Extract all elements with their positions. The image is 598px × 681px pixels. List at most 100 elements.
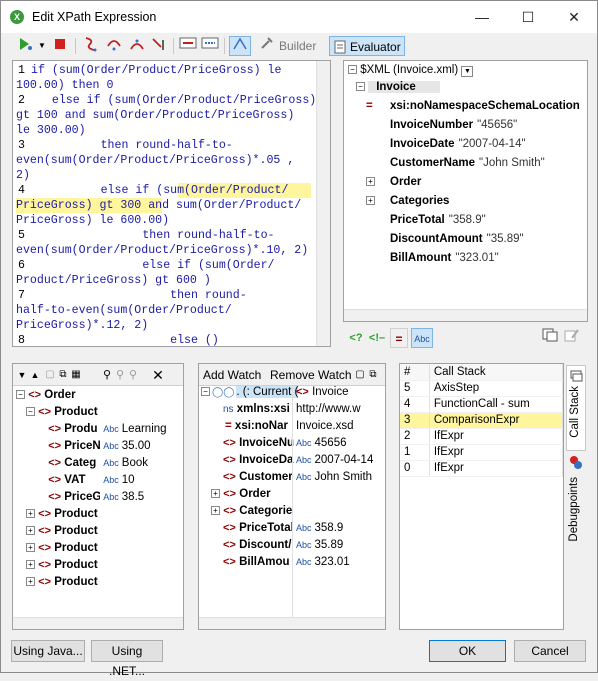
xml-node-row[interactable]: DiscountAmount "35.89" xyxy=(366,233,524,245)
expand-icon[interactable]: + xyxy=(26,509,35,519)
cancel-button[interactable]: Cancel xyxy=(514,640,586,662)
context-tree-row[interactable]: − <> Product xyxy=(16,404,98,421)
run-debug-icon[interactable] xyxy=(15,36,37,56)
maximize-button[interactable]: ☐ xyxy=(505,1,551,33)
watch-row[interactable]: + <> Categorie xyxy=(201,503,385,520)
breakpoint-icon[interactable] xyxy=(178,36,198,56)
chevron-down-icon[interactable]: ▼ xyxy=(461,66,474,77)
context-tree-row[interactable]: + <> Product xyxy=(16,574,98,591)
step-over-icon[interactable] xyxy=(104,36,124,56)
collapse-icon[interactable]: − xyxy=(16,390,25,400)
watch-row[interactable]: + <> Order xyxy=(201,486,385,503)
stop-icon[interactable] xyxy=(51,36,69,56)
xml-node-row[interactable]: CustomerName "John Smith" xyxy=(366,157,545,169)
step-out-icon[interactable] xyxy=(127,36,147,56)
watch-row[interactable]: <> InvoiceDa Abc 2007-04-14 xyxy=(201,452,385,469)
context-tree-row[interactable]: <> PriceG Abc 38.5 xyxy=(16,489,144,506)
expand-icon[interactable]: + xyxy=(211,489,220,499)
chevron-down-icon[interactable]: ▼ xyxy=(37,36,47,56)
collapse-all-icon[interactable]: ▼ xyxy=(16,365,28,385)
page-icon[interactable]: ▢ xyxy=(44,365,56,385)
evaluator-button[interactable]: Evaluator xyxy=(329,36,405,56)
watch-row[interactable]: = xsi:noNar Invoice.xsd xyxy=(201,418,385,435)
column-header-number[interactable]: # xyxy=(400,364,430,381)
copy-icon[interactable]: ⧉ xyxy=(367,365,379,385)
expand-all-icon[interactable]: ▲ xyxy=(29,365,41,385)
ok-button[interactable]: OK xyxy=(429,640,506,662)
vertical-scrollbar[interactable] xyxy=(316,61,330,346)
copy-icon[interactable]: ⧉ xyxy=(57,365,69,385)
debug-mode-toggle[interactable] xyxy=(229,36,251,56)
find-icon[interactable]: ⚲ xyxy=(101,365,113,385)
context-tree-row[interactable]: − <> Order xyxy=(16,387,76,404)
call-stack-row[interactable]: 1 IfExpr xyxy=(400,444,563,461)
watch-row[interactable]: ns xmlns:xsi http://www.w xyxy=(201,401,385,418)
context-tree-row[interactable]: <> VAT Abc 10 xyxy=(16,472,134,489)
horizontal-scrollbar[interactable] xyxy=(13,617,183,629)
xml-node-row[interactable]: InvoiceDate "2007-04-14" xyxy=(366,138,526,150)
context-tree-row[interactable]: + <> Product xyxy=(16,523,98,540)
expand-icon[interactable]: + xyxy=(26,543,35,553)
call-stack-row[interactable]: 5 AxisStep xyxy=(400,380,563,397)
using-java-button[interactable]: Using Java... xyxy=(11,640,85,662)
close-icon[interactable]: ✕ xyxy=(151,365,165,385)
context-tree-row[interactable]: + <> Product xyxy=(16,506,98,523)
watch-row[interactable]: <> Discount/Abc 35.89 xyxy=(201,537,385,554)
column-header-call-stack[interactable]: Call Stack xyxy=(429,364,563,381)
text-filter-toggle[interactable]: Abc xyxy=(411,328,433,348)
find-prev-icon[interactable]: ⚲ xyxy=(127,365,139,385)
add-watch-button[interactable]: Add Watch xyxy=(199,365,265,385)
expand-icon[interactable]: + xyxy=(366,176,390,188)
xml-node-row[interactable]: PriceTotal "358.9" xyxy=(366,214,486,226)
call-stack-row[interactable]: 2 IfExpr xyxy=(400,428,563,445)
collapse-icon[interactable]: − xyxy=(201,387,210,397)
horizontal-scrollbar[interactable] xyxy=(199,617,385,629)
watch-row[interactable]: <> InvoiceNu Abc 45656 xyxy=(201,435,385,452)
tracepoint-icon[interactable] xyxy=(200,36,220,56)
watch-row[interactable]: <> BillAmou Abc 323.01 xyxy=(201,554,385,571)
back-icon[interactable]: <!– xyxy=(368,328,386,348)
context-tree-row[interactable]: <> PriceN Abc 35.00 xyxy=(16,438,150,455)
step-end-icon[interactable] xyxy=(149,36,169,56)
find-next-icon[interactable]: ⚲ xyxy=(114,365,126,385)
attribute-filter-toggle[interactable]: = xyxy=(390,328,408,348)
remove-watch-button[interactable]: Remove Watch xyxy=(266,365,356,385)
expand-icon[interactable]: + xyxy=(211,506,220,516)
page-icon[interactable]: ▢ xyxy=(354,365,366,385)
context-tree-row[interactable]: + <> Product xyxy=(16,540,98,557)
xml-node-row[interactable]: BillAmount "323.01" xyxy=(366,252,499,264)
collapse-icon[interactable]: − xyxy=(26,407,35,417)
call-stack-row[interactable]: 3 ComparisonExpr xyxy=(400,412,563,429)
context-tree-row[interactable]: <> Categ Abc Book xyxy=(16,455,148,472)
expand-icon[interactable]: + xyxy=(26,560,35,570)
collapse-icon[interactable]: − xyxy=(356,82,365,92)
xml-node-row[interactable]: InvoiceNumber "45656" xyxy=(366,119,517,131)
call-stack-row[interactable]: 0 IfExpr xyxy=(400,460,563,477)
horizontal-scrollbar[interactable] xyxy=(344,309,587,321)
step-into-icon[interactable] xyxy=(81,36,101,56)
xml-node-row[interactable]: + Categories xyxy=(366,195,453,207)
using-dotnet-button[interactable]: Using .NET... xyxy=(91,640,163,678)
call-stack-row[interactable]: 4 FunctionCall - sum xyxy=(400,396,563,413)
grid-icon[interactable]: ▦ xyxy=(70,365,82,385)
watch-row[interactable]: − ◯◯. (: Current (<> Invoice xyxy=(201,384,385,401)
expand-icon[interactable]: + xyxy=(26,577,35,587)
expand-icon[interactable]: + xyxy=(366,195,390,207)
watch-row[interactable]: <> Customer Abc John Smith xyxy=(201,469,385,486)
xml-node-row[interactable]: + Order xyxy=(366,176,425,188)
watch-row[interactable]: <> PriceTotal Abc 358.9 xyxy=(201,520,385,537)
collapse-icon[interactable]: − xyxy=(348,65,357,75)
context-tree-row[interactable]: <> Produ Abc Learning xyxy=(16,421,166,438)
context-tree-row[interactable]: + <> Product xyxy=(16,557,98,574)
tab-debugpoints[interactable]: Debugpoints xyxy=(566,453,586,549)
close-button[interactable]: ✕ xyxy=(551,1,597,33)
copy-tree-icon[interactable] xyxy=(541,328,559,348)
builder-button[interactable]: Builder xyxy=(275,36,320,56)
goto-icon[interactable]: <? xyxy=(349,328,363,348)
xml-root-row[interactable]: − $XML (Invoice.xml) ▼ xyxy=(348,64,474,77)
expand-icon[interactable]: + xyxy=(26,526,35,536)
column-divider[interactable] xyxy=(292,386,293,618)
edit-icon[interactable] xyxy=(563,328,581,348)
tab-call-stack[interactable]: Call Stack xyxy=(566,365,586,451)
xml-node-row[interactable]: = xsi:noNamespaceSchemaLocation xyxy=(366,100,584,112)
